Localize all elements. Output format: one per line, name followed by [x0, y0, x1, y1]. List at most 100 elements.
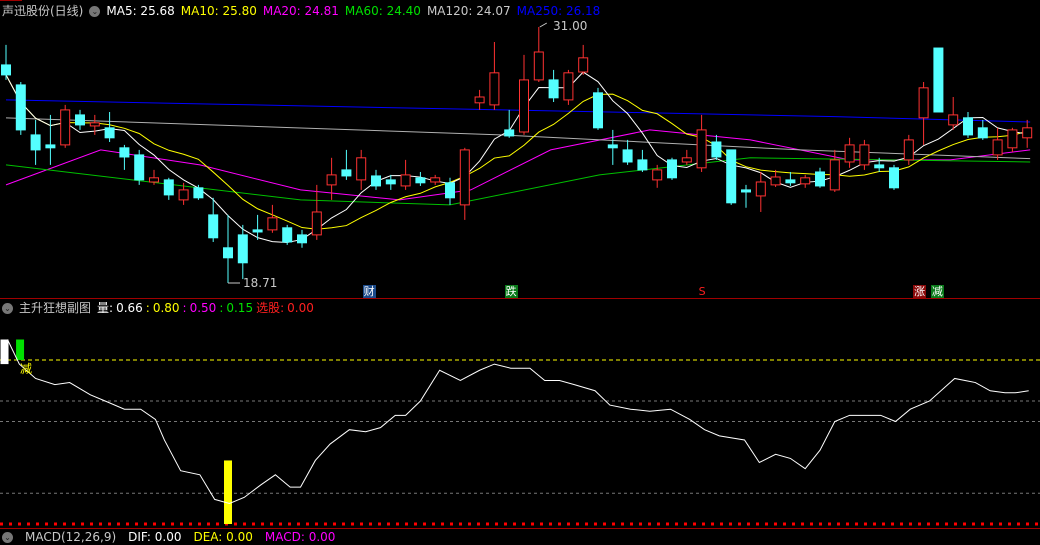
macd-value: MACD: 0.00 — [264, 530, 336, 544]
candle-body — [1022, 127, 1033, 139]
candle — [89, 114, 100, 135]
candle-body — [977, 127, 988, 139]
candle — [311, 184, 322, 240]
candle — [430, 174, 441, 185]
macd-title[interactable]: MACD(12,26,9) — [25, 529, 116, 545]
chevron-down-icon[interactable]: ⌄ — [2, 531, 13, 543]
candle-body — [1, 64, 11, 76]
candle — [45, 114, 56, 165]
candle — [163, 177, 174, 200]
candle — [1007, 127, 1018, 152]
candle-body — [933, 47, 944, 113]
candle-body — [607, 144, 618, 149]
candle — [563, 69, 574, 105]
ma5-line — [5, 71, 1028, 243]
candle-body — [726, 149, 737, 204]
candle — [533, 27, 544, 82]
candle — [785, 171, 796, 186]
candle-body — [681, 157, 692, 163]
candle-body — [371, 175, 381, 187]
candle — [519, 54, 529, 135]
signal-bar — [224, 460, 232, 524]
candle — [267, 204, 278, 233]
candle-body — [223, 247, 233, 259]
candle — [1022, 119, 1033, 148]
candle-body — [89, 122, 100, 127]
candle-body — [282, 227, 293, 243]
candle-body — [75, 114, 85, 126]
candle-body — [134, 154, 145, 181]
candle — [208, 197, 219, 242]
candle-body — [889, 167, 899, 189]
candle — [711, 134, 722, 160]
event-marker[interactable]: 涨 — [913, 285, 927, 298]
candle-body — [859, 144, 870, 166]
candle-body — [741, 189, 751, 193]
macd-dea: DEA: 0.00 — [193, 530, 253, 544]
candle-body — [755, 181, 766, 197]
candle-body — [311, 211, 322, 236]
candle-body — [356, 157, 367, 181]
macd-header: ⌄ MACD(12,26,9) DIF: 0.00 DEA: 0.00 MACD… — [2, 529, 341, 545]
candlestick-chart[interactable] — [0, 0, 1040, 298]
candle-body — [992, 139, 1003, 156]
candle-body — [60, 109, 71, 146]
candle — [593, 87, 603, 130]
ma10-line — [5, 74, 1028, 230]
candle — [948, 96, 959, 130]
candle — [459, 147, 470, 220]
candle — [356, 149, 367, 190]
candle — [992, 127, 1003, 160]
candle-body — [652, 169, 663, 181]
candle — [933, 47, 944, 113]
candle-body — [874, 164, 885, 169]
candle-body — [430, 177, 441, 183]
candle-body — [844, 144, 855, 163]
candle-body — [119, 147, 130, 158]
candle — [297, 229, 307, 248]
ma250-line — [5, 99, 1031, 123]
candle — [75, 109, 85, 130]
candle — [755, 171, 766, 212]
candle — [30, 119, 41, 165]
candle-body — [445, 182, 455, 199]
candle — [223, 214, 233, 284]
high-price-label: 31.00 — [553, 19, 588, 33]
candle-body — [178, 189, 189, 201]
candle-body — [30, 134, 41, 151]
candle-body — [637, 159, 648, 171]
signal-label: 减 — [20, 362, 33, 376]
candle — [371, 169, 381, 190]
event-marker[interactable]: 减 — [930, 285, 944, 298]
candle — [415, 171, 426, 186]
candle-body — [785, 179, 796, 184]
candle — [60, 104, 71, 148]
candle-body — [237, 234, 248, 264]
candle-body — [696, 129, 707, 169]
indicator-chart[interactable] — [0, 298, 1040, 528]
event-marker[interactable]: 财 — [362, 285, 376, 298]
event-marker[interactable]: 跌 — [504, 285, 518, 298]
candle — [548, 69, 559, 102]
candle — [637, 149, 648, 172]
candle — [1, 44, 11, 80]
candle-body — [519, 79, 529, 133]
candle — [800, 174, 811, 188]
candle-body — [815, 171, 825, 187]
candle-body — [267, 217, 278, 231]
candle-body — [45, 144, 56, 149]
candle-body — [15, 84, 26, 131]
candle — [578, 44, 589, 75]
signal-bar — [0, 339, 9, 365]
candle-body — [504, 129, 515, 137]
candle-body — [711, 141, 722, 158]
candle — [504, 109, 515, 138]
candle — [237, 224, 248, 280]
candle — [859, 139, 870, 170]
candle-body — [622, 149, 633, 163]
candle-body — [208, 214, 219, 239]
candle-body — [297, 234, 307, 244]
event-marker[interactable]: S — [696, 285, 709, 298]
candle-body — [193, 187, 204, 199]
candle-body — [163, 179, 174, 196]
